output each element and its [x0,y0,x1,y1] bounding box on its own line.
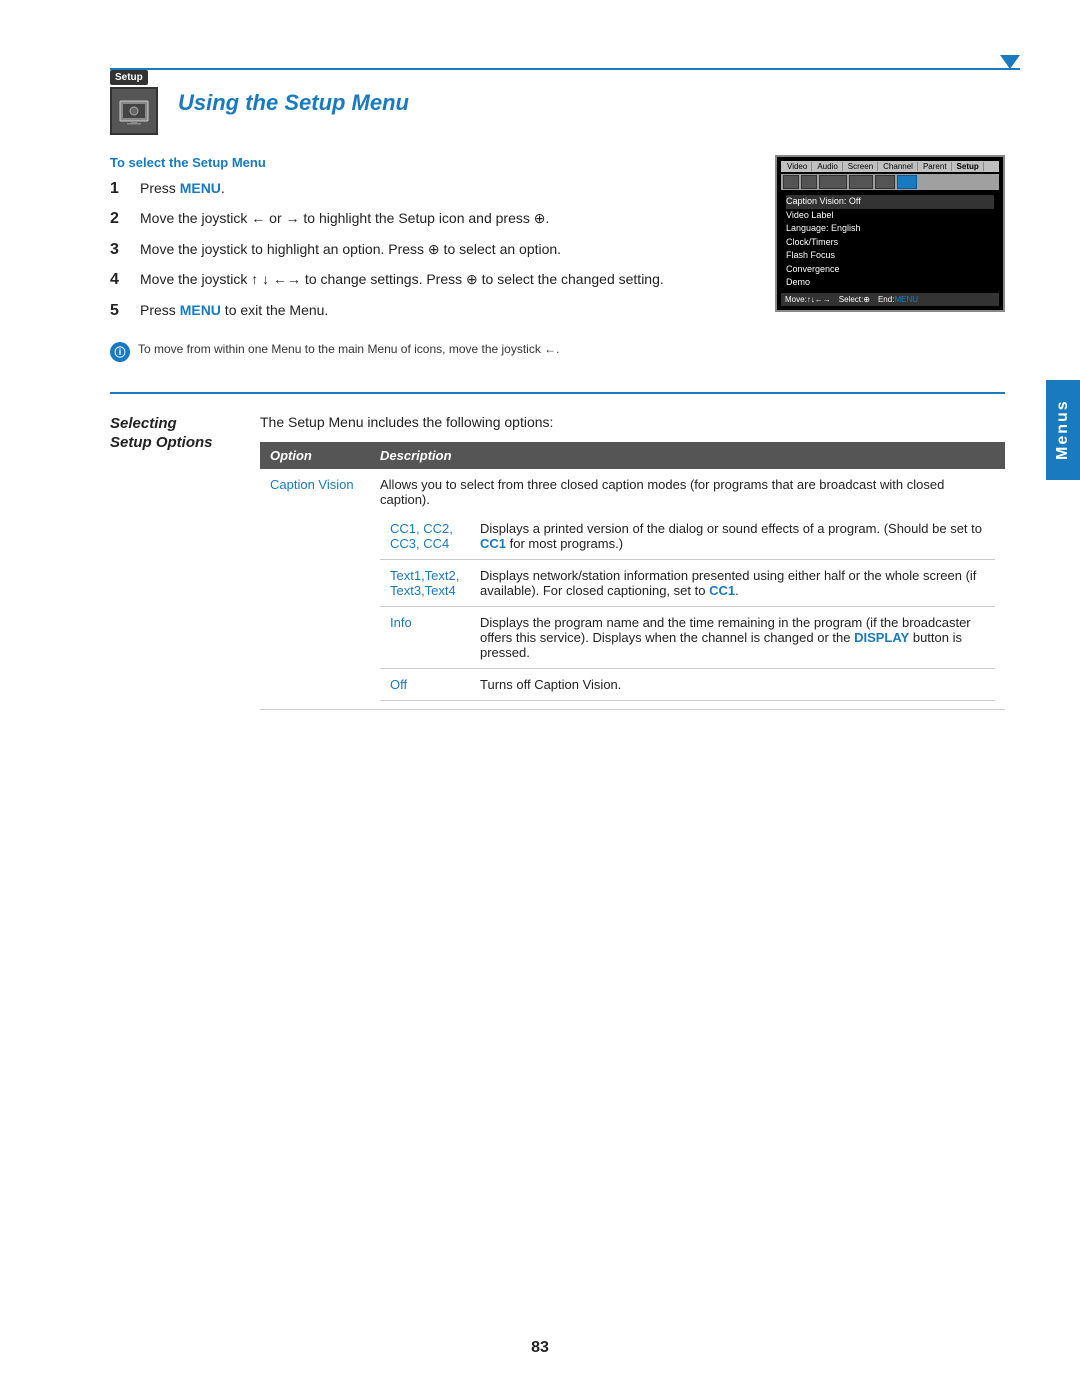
sub-row-cc1: CC1, CC2,CC3, CC4 Displays a printed ver… [380,513,995,560]
tv-bottom-text: Move:↑↓←→ [785,295,831,304]
step-text-4: Move the joystick ↑ ↓ ←→ to change setti… [140,269,745,290]
tv-screenshot-area: Video Audio Screen Channel Parent Setup [775,155,1005,362]
tv-tab-channel: Channel [879,162,918,171]
sub-desc-text: Displays network/station information pre… [470,559,995,606]
sidebar-label: Selecting Setup Options [110,414,240,710]
table-header-row: Option Description [260,442,1005,469]
tv-menu-item-6: Convergence [786,263,994,277]
sub-option-info: Info [380,606,470,668]
tv-icon-5 [875,175,895,189]
sub-option-off: Off [380,668,470,700]
section-divider [110,392,1005,394]
tv-bottom-bar: Move:↑↓←→ Select:⊕ End:MENU [781,293,999,306]
top-section: To select the Setup Menu 1 Press MENU. 2… [110,155,1005,362]
bottom-section: Selecting Setup Options The Setup Menu i… [110,414,1005,710]
option-desc-caption-vision: Allows you to select from three closed c… [370,469,1005,710]
tv-screenshot: Video Audio Screen Channel Parent Setup [775,155,1005,312]
table-row-caption-vision: Caption Vision Allows you to select from… [260,469,1005,710]
section-header: Setup Using the Setup Menu [110,70,1005,135]
main-content: Setup Using the Setup Menu To select the… [110,70,1005,710]
setup-icon [110,87,158,135]
step-5: 5 Press MENU to exit the Menu. [110,300,745,322]
sub-row-text: Text1,Text2,Text3,Text4 Displays network… [380,559,995,606]
tv-menu-item-2: Video Label [786,209,994,223]
intro-text: The Setup Menu includes the following op… [260,414,1005,430]
tv-menu-item-7: Demo [786,276,994,290]
step-num-2: 2 [110,208,134,230]
display-keyword: DISPLAY [854,630,909,645]
tv-icon-3 [819,175,847,189]
sub-desc-cc1: Displays a printed version of the dialog… [470,513,995,560]
tv-select-text: Select:⊕ [839,295,870,304]
sub-option-text: Text1,Text2,Text3,Text4 [380,559,470,606]
option-name-caption-vision: Caption Vision [260,469,370,710]
step-1: 1 Press MENU. [110,178,745,200]
tv-icons-row [781,174,999,190]
step-text-5: Press MENU to exit the Menu. [140,300,745,321]
section-title: Using the Setup Menu [178,90,409,116]
col-option-header: Option [260,442,370,469]
step-num-5: 5 [110,300,134,322]
tv-menu-item-5: Flash Focus [786,249,994,263]
tv-menu-item-4: Clock/Timers [786,236,994,250]
step-3: 3 Move the joystick to highlight an opti… [110,239,745,261]
nested-table: CC1, CC2,CC3, CC4 Displays a printed ver… [380,513,995,701]
step-text-1: Press MENU. [140,178,745,199]
menu-keyword-5: MENU [180,302,221,318]
sidebar-title: Selecting Setup Options [110,414,240,453]
step-2: 2 Move the joystick ← or → to highlight … [110,208,745,230]
step-4: 4 Move the joystick ↑ ↓ ←→ to change set… [110,269,745,291]
step-num-3: 3 [110,239,134,261]
options-table: Option Description Caption Vision Allows… [260,442,1005,710]
tv-menu-content: Caption Vision: Off Video Label Language… [781,192,999,293]
tv-tab-video: Video [783,162,812,171]
page-number: 83 [531,1339,549,1357]
tv-icon-6 [897,175,917,189]
sub-row-info: Info Displays the program name and the t… [380,606,995,668]
cc1-keyword: CC1 [480,536,506,551]
tv-icon-2 [801,175,817,189]
sub-desc-info: Displays the program name and the time r… [470,606,995,668]
step-text-3: Move the joystick to highlight an option… [140,239,745,260]
tv-tab-audio: Audio [813,162,842,171]
note-box: ⓘ To move from within one Menu to the ma… [110,342,745,362]
step-num-4: 4 [110,269,134,291]
step-list: 1 Press MENU. 2 Move the joystick ← or →… [110,178,745,322]
sub-row-off: Off Turns off Caption Vision. [380,668,995,700]
sub-option-cc1: CC1, CC2,CC3, CC4 [380,513,470,560]
menus-tab: Menus [1046,380,1080,480]
tv-icon-4 [849,175,873,189]
left-instructions: To select the Setup Menu 1 Press MENU. 2… [110,155,745,362]
tv-menu-item-3: Language: English [786,222,994,236]
tv-menu-bar: Video Audio Screen Channel Parent Setup [781,161,999,172]
instructions-header: To select the Setup Menu [110,155,745,170]
caption-vision-desc: Allows you to select from three closed c… [380,477,944,507]
col-description-header: Description [370,442,1005,469]
step-text-2: Move the joystick ← or → to highlight th… [140,208,745,229]
cc1-keyword-2: CC1 [709,583,735,598]
step-num-1: 1 [110,178,134,200]
note-text: To move from within one Menu to the main… [138,342,560,356]
menu-keyword-1: MENU [180,180,221,196]
tv-menu-item-1: Caption Vision: Off [786,195,994,209]
note-icon: ⓘ [110,342,130,362]
tv-tab-setup: Setup [953,162,984,171]
tv-tab-screen: Screen [844,162,878,171]
top-arrow [1000,55,1020,69]
setup-badge: Setup [110,70,148,85]
main-content-area: The Setup Menu includes the following op… [260,414,1005,710]
tv-tab-parent: Parent [919,162,952,171]
tv-icon-1 [783,175,799,189]
sub-desc-off: Turns off Caption Vision. [470,668,995,700]
tv-end-text: End:MENU [878,295,918,304]
